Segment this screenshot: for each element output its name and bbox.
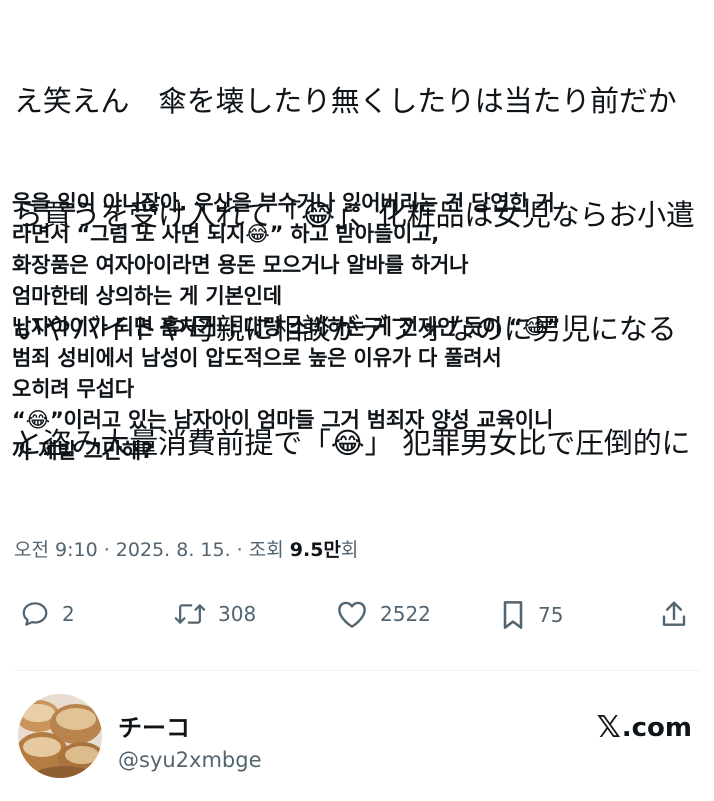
share-button[interactable] <box>660 599 688 629</box>
translation-line: “😂”이러고 있는 남자아이 엄마들 그거 범죄자 양성 교육이니 <box>12 408 554 432</box>
bookmark-icon <box>500 599 526 631</box>
bookmark-button[interactable]: 75 <box>500 599 563 631</box>
translation-line: 웃을 일이 아니잖아. 우산을 부수거나 잃어버리는 건 당연한 거 <box>12 191 555 215</box>
avatar[interactable] <box>18 694 102 778</box>
translation-line: 화장품은 여자아이라면 용돈 모으거나 알바를 하거나 <box>12 253 469 277</box>
meta-separator: · <box>97 539 116 561</box>
reply-count: 2 <box>62 602 75 626</box>
heart-icon <box>336 599 368 629</box>
retweet-count: 308 <box>218 602 257 626</box>
tweet-text-line: え笑えん 傘を壊したり無くしたりは当たり前だか <box>14 84 677 118</box>
tweet-time[interactable]: 오전 9:10 <box>14 539 98 561</box>
translation-line: 오히려 무섭다 <box>12 377 134 401</box>
translation-line: 엄마한테 상의하는 게 기본인데 <box>12 284 282 308</box>
views-count: 9.5만 <box>289 539 341 561</box>
views-label-suffix: 회 <box>340 539 359 561</box>
x-logo-icon: 𝕏 <box>596 710 621 745</box>
tweet-date[interactable]: 2025. 8. 15. <box>116 539 231 561</box>
share-icon <box>660 599 688 629</box>
meta-separator: · <box>230 539 249 561</box>
divider <box>14 670 700 671</box>
tweet-meta: 오전 9:10 · 2025. 8. 15. · 조회 9.5만회 <box>14 535 358 562</box>
tweet-actions: 2 308 2522 75 <box>14 595 704 639</box>
translation-line: 라면서 “그럼 또 사면 되지😂” 하고 받아들이고, <box>12 222 440 246</box>
like-button[interactable]: 2522 <box>336 599 431 629</box>
translation-line: 남자아이가 되면 훔치거나 대량 소비하는 게 전제인 듯이 “😂” <box>12 315 561 339</box>
brand-suffix: .com <box>621 712 692 743</box>
retweet-icon <box>174 599 206 629</box>
x-com-logo[interactable]: 𝕏 .com <box>597 710 692 745</box>
bookmark-count: 75 <box>538 603 564 627</box>
author-name[interactable]: チーコ <box>118 708 190 743</box>
reply-button[interactable]: 2 <box>20 599 75 629</box>
translation-line: 범죄 성비에서 남성이 압도적으로 높은 이유가 다 풀려서 <box>12 346 502 370</box>
author-handle[interactable]: @syu2xmbge <box>118 748 262 772</box>
translation-line: 까 제발 그만해? <box>12 439 153 463</box>
like-count: 2522 <box>380 602 431 626</box>
retweet-button[interactable]: 308 <box>174 599 256 629</box>
views-label: 조회 <box>248 539 290 561</box>
reply-icon <box>20 599 50 629</box>
tweet-text-korean-translation: 웃을 일이 아니잖아. 우산을 부수거나 잃어버리는 건 당연한 거 라면서 “… <box>12 188 704 467</box>
